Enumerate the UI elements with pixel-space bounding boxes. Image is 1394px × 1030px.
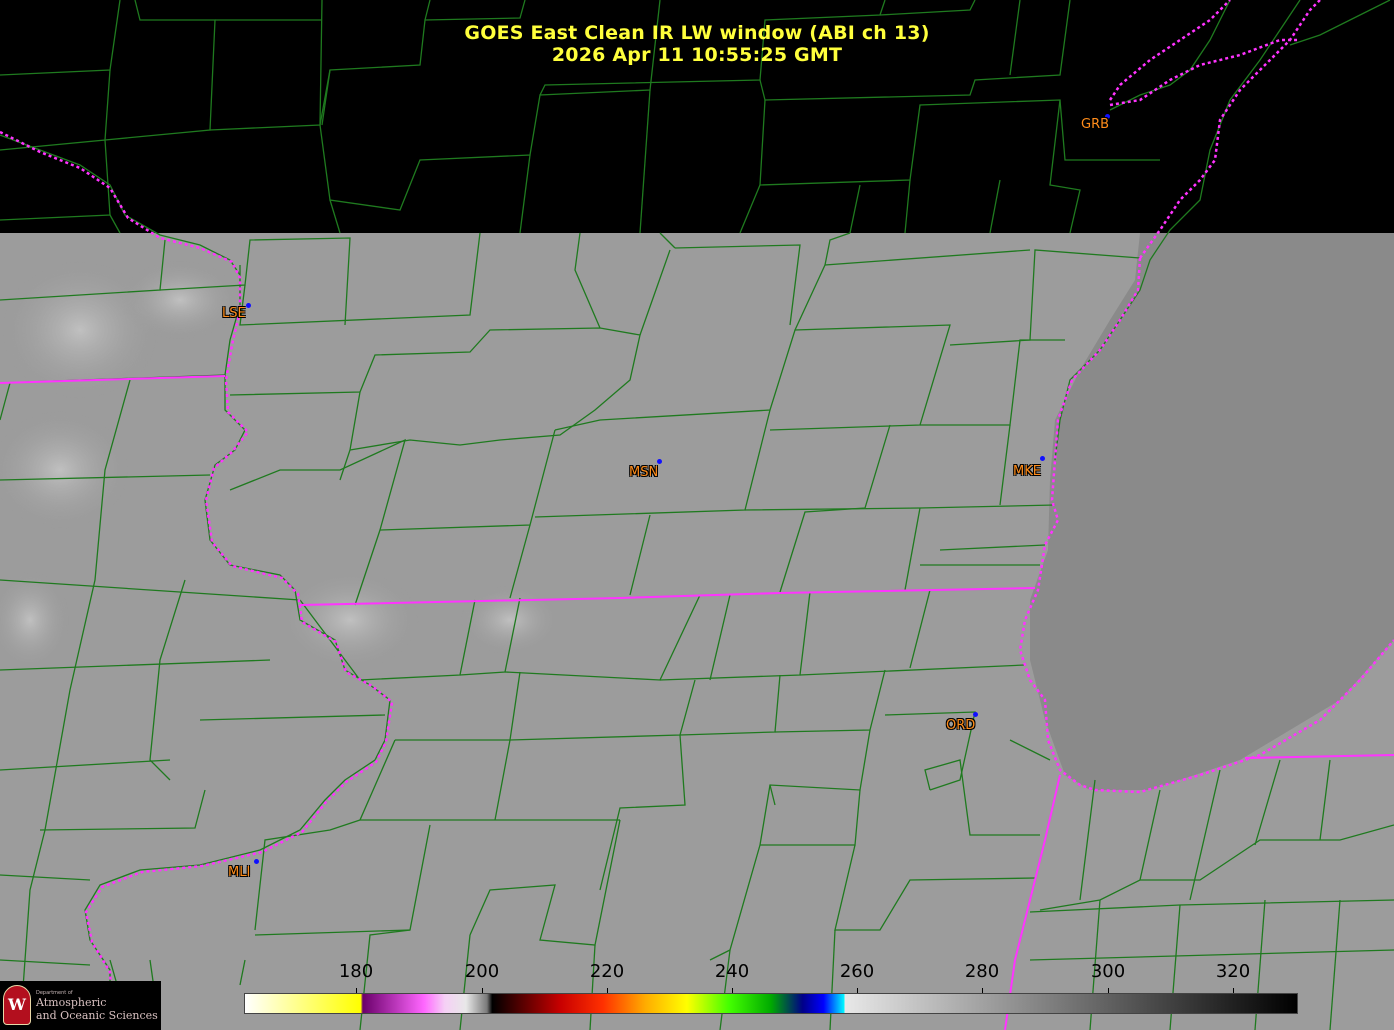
colorbar-tickmark: [1233, 988, 1234, 993]
logo-line-1: Atmospheric: [36, 996, 107, 1009]
colorbar-tick-200: 200: [464, 961, 500, 982]
colorbar-tickmark: [857, 988, 858, 993]
colorbar-tickmark: [1108, 988, 1109, 993]
colorbar-tick-240: 240: [714, 961, 750, 982]
station-dot-msn: [657, 459, 662, 464]
station-label-mke: MKE: [1013, 464, 1041, 479]
station-label-lse: LSE: [222, 306, 246, 321]
image-timestamp: 2026 Apr 11 10:55:25 GMT: [551, 44, 843, 66]
station-dot-lse: [246, 303, 251, 308]
image-title: GOES East Clean IR LW window (ABI ch 13): [464, 22, 930, 44]
uw-seal-icon: W: [3, 985, 31, 1025]
colorbar-tickmark: [607, 988, 608, 993]
station-dot-mke: [1040, 456, 1045, 461]
colorbar-tick-180: 180: [338, 961, 374, 982]
station-dot-mli: [254, 859, 259, 864]
station-dot-ord: [973, 712, 978, 717]
station-label-msn: MSN: [629, 465, 659, 480]
colorbar-tick-300: 300: [1090, 961, 1126, 982]
station-label-mli: MLI: [228, 865, 251, 880]
colorbar-tickmark: [982, 988, 983, 993]
logo-line-2: and Oceanic Sciences: [36, 1009, 158, 1022]
map-canvas: [0, 0, 1394, 1030]
colorbar-tickmark: [356, 988, 357, 993]
station-label-ord: ORD: [946, 718, 976, 733]
colorbar-tickmark: [482, 988, 483, 993]
station-label-grb: GRB: [1081, 117, 1110, 132]
aos-logo: W Department of Atmospheric and Oceanic …: [0, 981, 161, 1030]
colorbar-tick-320: 320: [1215, 961, 1251, 982]
colorbar-tick-260: 260: [839, 961, 875, 982]
colorbar-tickmark: [732, 988, 733, 993]
colorbar: [244, 993, 1298, 1014]
colorbar-tick-280: 280: [964, 961, 1000, 982]
colorbar-tick-220: 220: [589, 961, 625, 982]
satellite-map: GOES East Clean IR LW window (ABI ch 13)…: [0, 0, 1394, 1030]
